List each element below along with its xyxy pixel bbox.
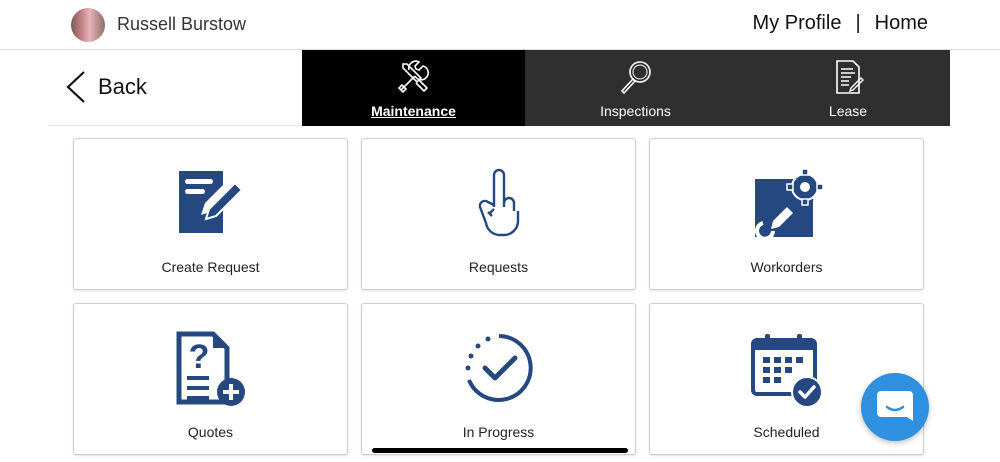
calendar-check-icon	[750, 334, 823, 408]
chat-button[interactable]	[861, 373, 929, 441]
workorder-gear-icon	[754, 168, 824, 241]
document-edit-icon	[836, 60, 864, 94]
tile-label: Create Request	[161, 259, 260, 275]
back-button[interactable]	[0, 50, 302, 126]
tile-in-progress[interactable]: In Progress	[361, 303, 636, 455]
raised-finger-icon	[478, 168, 519, 237]
tab-maintenance[interactable]: Maintenance	[302, 50, 525, 126]
user-name: Russell Burstow	[117, 14, 247, 34]
nav-separator: |	[855, 12, 861, 34]
tab-lease[interactable]: Lease	[746, 50, 950, 126]
tab-label: Lease	[828, 103, 868, 119]
tile-label: Quotes	[187, 424, 234, 440]
home-indicator[interactable]	[372, 448, 628, 453]
tile-label: In Progress	[462, 424, 535, 440]
top-nav: My Profile | Home	[753, 12, 928, 35]
tab-label: Maintenance	[371, 103, 456, 119]
tile-create-request[interactable]: Create Request	[73, 138, 348, 290]
tile-quotes[interactable]: ? Quotes	[73, 303, 348, 455]
back-label[interactable]: Back	[98, 74, 147, 100]
tile-label: Workorders	[750, 259, 823, 275]
create-request-icon	[178, 171, 243, 233]
svg-text:?: ?	[188, 338, 209, 376]
tab-label: Inspections	[600, 103, 671, 119]
quote-add-icon: ?	[176, 331, 245, 406]
top-bar: Russell Burstow My Profile | Home	[0, 0, 1000, 50]
magnifier-icon	[620, 61, 651, 95]
divider	[48, 125, 302, 126]
avatar[interactable]	[71, 8, 105, 42]
tools-icon	[397, 60, 429, 94]
progress-check-icon	[465, 334, 533, 402]
my-profile-link[interactable]: My Profile	[753, 12, 842, 35]
chat-icon	[877, 391, 913, 421]
tab-bar: Maintenance Inspections Lease	[302, 50, 950, 126]
home-link[interactable]: Home	[875, 12, 928, 35]
tile-requests[interactable]: Requests	[361, 138, 636, 290]
tab-inspections[interactable]: Inspections	[525, 50, 746, 126]
chevron-left-icon[interactable]	[64, 70, 88, 104]
tile-label: Requests	[468, 259, 529, 275]
tile-workorders[interactable]: Workorders	[649, 138, 924, 290]
